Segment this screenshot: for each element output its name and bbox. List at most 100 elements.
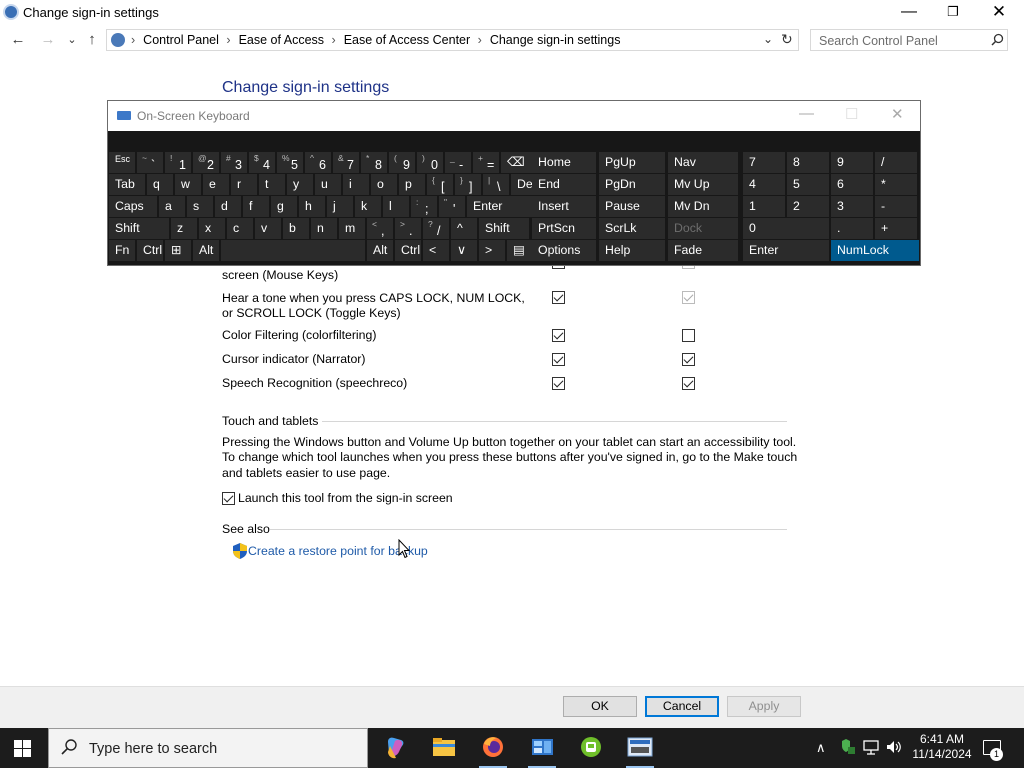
on-screen-keyboard-icon[interactable] xyxy=(620,732,660,768)
numpad-key-0-0[interactable]: 7 xyxy=(743,152,785,173)
taskbar-search-box[interactable]: Type here to search xyxy=(48,728,368,768)
key-5-0-6[interactable]: % 5 xyxy=(277,152,303,173)
numpad-key-1-1[interactable]: 5 xyxy=(787,174,829,195)
key--1-13[interactable]: | \ xyxy=(483,174,509,195)
key-a-2-1[interactable]: a xyxy=(159,196,185,217)
system-clock[interactable]: 6:41 AM 11/14/2024 xyxy=(912,732,972,762)
key-w-1-2[interactable]: w xyxy=(175,174,201,195)
nav-key-prtscn[interactable]: PrtScn xyxy=(532,218,596,239)
network-shield-icon[interactable] xyxy=(838,739,856,755)
numpad-key-1-0[interactable]: 4 xyxy=(743,174,785,195)
key-r-1-4[interactable]: r xyxy=(231,174,257,195)
key-h-2-6[interactable]: h xyxy=(299,196,325,217)
key-9-0-10[interactable]: (9 xyxy=(389,152,415,173)
option-color-filtering-checkbox-2[interactable] xyxy=(682,329,695,342)
key--0-1[interactable]: ~ ` xyxy=(137,152,163,173)
address-dropdown-button[interactable]: ⌄ xyxy=(763,32,773,46)
nav-key-nav[interactable]: Nav xyxy=(668,152,738,173)
option-toggle-keys-checkbox-1[interactable] xyxy=(552,291,565,304)
key-c-3-3[interactable]: c xyxy=(227,218,253,239)
address-bar[interactable]: › Control Panel › Ease of Access › Ease of … xyxy=(106,29,799,51)
option-color-filtering-checkbox-1[interactable] xyxy=(552,329,565,342)
option-toggle-keys-checkbox-2[interactable] xyxy=(682,291,695,304)
key-7-0-8[interactable]: & 7 xyxy=(333,152,359,173)
forward-button[interactable]: → xyxy=(38,29,58,51)
key-alt-4-5[interactable]: Alt xyxy=(367,240,393,261)
firefox-icon[interactable] xyxy=(473,732,513,768)
key-n-3-6[interactable]: n xyxy=(311,218,337,239)
nav-key-mvup[interactable]: Mv Up xyxy=(668,174,738,195)
key-6-0-7[interactable]: ^ 6 xyxy=(305,152,331,173)
key-t-1-5[interactable]: t xyxy=(259,174,285,195)
numpad-key-2-3[interactable]: - xyxy=(875,196,917,217)
key-8-0-9[interactable]: * 8 xyxy=(361,152,387,173)
key--0-14[interactable]: ⌫ xyxy=(501,152,533,173)
key-z-3-1[interactable]: z xyxy=(171,218,197,239)
nav-key-dock[interactable]: Dock xyxy=(668,218,738,239)
key-k-2-8[interactable]: k xyxy=(355,196,381,217)
key--1-12[interactable]: }] xyxy=(455,174,481,195)
ok-button[interactable]: OK xyxy=(563,696,637,717)
osk-maximize-button[interactable]: ☐ xyxy=(845,105,858,123)
key-y-1-6[interactable]: y xyxy=(287,174,313,195)
cancel-button[interactable]: Cancel xyxy=(645,696,719,717)
volume-icon[interactable] xyxy=(885,739,903,755)
copilot-icon[interactable] xyxy=(375,732,415,768)
windows-start-icon[interactable] xyxy=(14,740,31,757)
maximize-button[interactable]: ❐ xyxy=(930,0,976,26)
key-v-3-4[interactable]: v xyxy=(255,218,281,239)
control-panel-icon[interactable] xyxy=(522,732,562,768)
back-button[interactable]: ← xyxy=(8,29,28,51)
numpad-key-0-1[interactable]: 8 xyxy=(787,152,829,173)
osk-close-button[interactable]: ✕ xyxy=(891,105,904,123)
numpad-key-0-3[interactable]: / xyxy=(875,152,917,173)
numlock-key[interactable]: NumLock xyxy=(831,240,919,261)
key--4-8[interactable]: ∨ xyxy=(451,240,477,261)
key-d-2-3[interactable]: d xyxy=(215,196,241,217)
nav-key-options[interactable]: Options xyxy=(532,240,596,261)
launch-tool-checkbox[interactable] xyxy=(222,492,235,505)
nav-key-pgdn[interactable]: PgDn xyxy=(599,174,665,195)
key-esc-0-0[interactable]: Esc xyxy=(109,152,135,173)
numpad-key-2-1[interactable]: 2 xyxy=(787,196,829,217)
key-fn-4-0[interactable]: Fn xyxy=(109,240,135,261)
taskbar-search-input[interactable]: Type here to search xyxy=(89,741,217,757)
nav-key-mvdn[interactable]: Mv Dn xyxy=(668,196,738,217)
up-button[interactable]: ↑ xyxy=(82,29,102,51)
breadcrumb-change-sign-in-settings[interactable]: Change sign-in settings xyxy=(490,33,621,47)
key-tab-1-0[interactable]: Tab xyxy=(109,174,145,195)
nav-key-help[interactable]: Help xyxy=(599,240,665,261)
key--3-8[interactable]: <, xyxy=(367,218,393,239)
key-shift-3-12[interactable]: Shift xyxy=(479,218,529,239)
show-hidden-icons-button[interactable]: ∧ xyxy=(816,740,826,756)
apply-button[interactable]: Apply xyxy=(727,696,801,717)
option-cursor-indicator-checkbox-2[interactable] xyxy=(682,353,695,366)
key-3-0-4[interactable]: #3 xyxy=(221,152,247,173)
nav-key-pause[interactable]: Pause xyxy=(599,196,665,217)
key--4-10[interactable]: ▤ xyxy=(507,240,533,261)
key--3-11[interactable]: ^ xyxy=(451,218,477,239)
key--0-12[interactable]: _ - xyxy=(445,152,471,173)
nav-key-home[interactable]: Home xyxy=(532,152,596,173)
breadcrumb-ease-of-access[interactable]: Ease of Access xyxy=(239,33,324,47)
numpad-key-decimal[interactable]: . xyxy=(831,218,873,239)
key-s-2-2[interactable]: s xyxy=(187,196,213,217)
numpad-key-0[interactable]: 0 xyxy=(743,218,829,239)
key-b-3-5[interactable]: b xyxy=(283,218,309,239)
key-0-0-11[interactable]: ) 0 xyxy=(417,152,443,173)
numpad-key-2-2[interactable]: 3 xyxy=(831,196,873,217)
key-l-2-9[interactable]: l xyxy=(383,196,409,217)
numpad-key-2-0[interactable]: 1 xyxy=(743,196,785,217)
space-key[interactable] xyxy=(221,240,365,261)
key--3-10[interactable]: ? / xyxy=(423,218,449,239)
numpad-key-enter[interactable]: Enter xyxy=(743,240,829,261)
key-g-2-5[interactable]: g xyxy=(271,196,297,217)
key--2-10[interactable]: :; xyxy=(411,196,437,217)
key-u-1-7[interactable]: u xyxy=(315,174,341,195)
minimize-button[interactable]: — xyxy=(886,0,932,26)
key--2-11[interactable]: " ' xyxy=(439,196,465,217)
refresh-button[interactable]: ↻ xyxy=(781,31,793,48)
option-speech-recognition-checkbox-2[interactable] xyxy=(682,377,695,390)
search-box[interactable]: Search Control Panel xyxy=(810,29,1008,51)
breadcrumb-ease-of-access-center[interactable]: Ease of Access Center xyxy=(344,33,470,47)
